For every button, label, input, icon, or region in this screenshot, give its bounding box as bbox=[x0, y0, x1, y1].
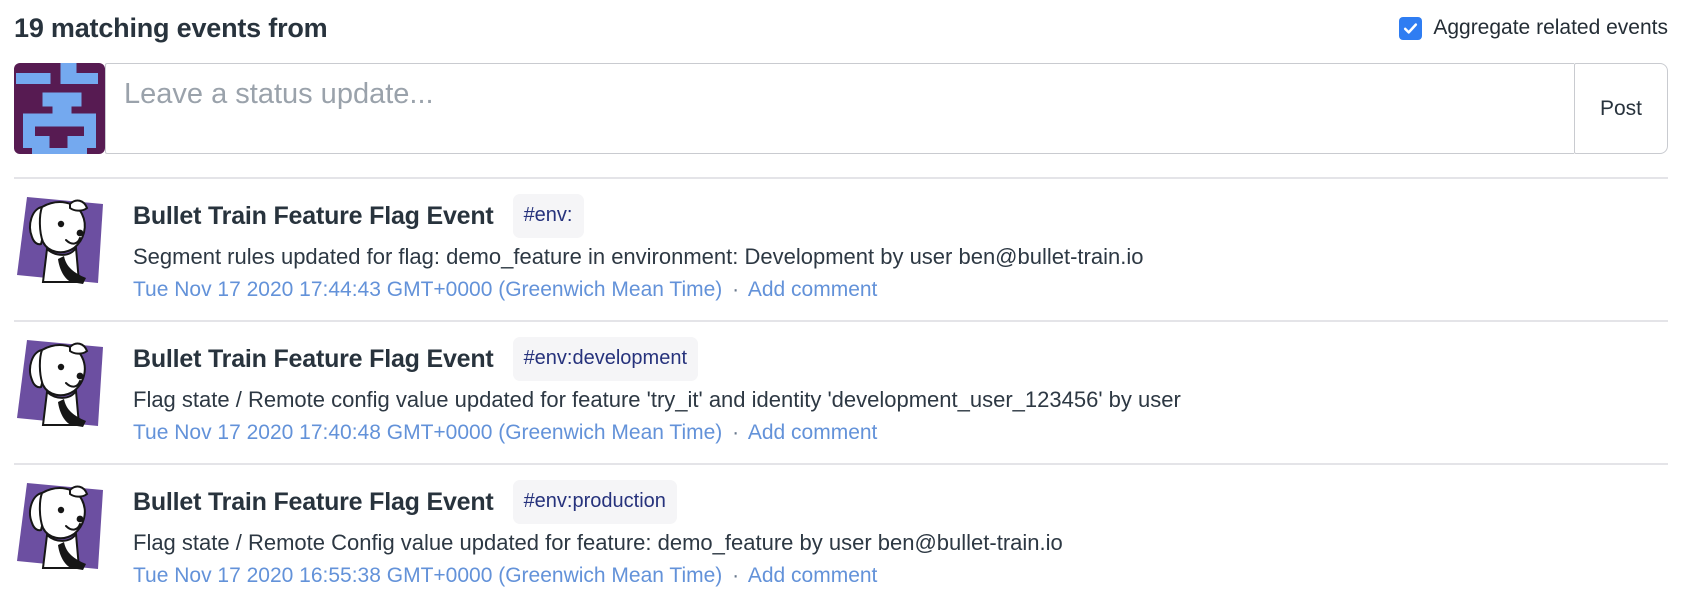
event-body: Bullet Train Feature Flag Event #env:pro… bbox=[133, 478, 1063, 591]
event-timestamp: Tue Nov 17 2020 17:40:48 GMT+0000 (Green… bbox=[133, 421, 722, 444]
matching-events-title: 19 matching events from bbox=[14, 13, 328, 44]
event-description: Flag state / Remote config value updated… bbox=[133, 384, 1181, 415]
event-title: Bullet Train Feature Flag Event bbox=[133, 341, 494, 377]
status-composer: Post bbox=[14, 63, 1668, 154]
datadog-dog-avatar bbox=[14, 194, 106, 286]
datadog-dog-icon bbox=[14, 337, 106, 429]
event-title: Bullet Train Feature Flag Event bbox=[133, 484, 494, 520]
datadog-dog-icon bbox=[14, 480, 106, 572]
datadog-dog-avatar bbox=[14, 337, 106, 429]
add-comment-link[interactable]: Add comment bbox=[748, 278, 878, 301]
datadog-dog-icon bbox=[14, 194, 106, 286]
event-body: Bullet Train Feature Flag Event #env:dev… bbox=[133, 335, 1181, 448]
aggregate-checkbox[interactable] bbox=[1399, 17, 1422, 40]
event-title: Bullet Train Feature Flag Event bbox=[133, 198, 494, 234]
aggregate-checkbox-label: Aggregate related events bbox=[1433, 16, 1668, 40]
event-title-line: Bullet Train Feature Flag Event #env: bbox=[133, 194, 1143, 238]
aggregate-related-events-toggle[interactable]: Aggregate related events bbox=[1399, 16, 1668, 40]
meta-separator: · bbox=[728, 564, 743, 587]
event-timestamp: Tue Nov 17 2020 16:55:38 GMT+0000 (Green… bbox=[133, 564, 722, 587]
event-description: Flag state / Remote Config value updated… bbox=[133, 527, 1063, 558]
pixel-identicon-avatar bbox=[14, 63, 105, 154]
event-body: Bullet Train Feature Flag Event #env: Se… bbox=[133, 192, 1143, 305]
event-timestamp: Tue Nov 17 2020 17:44:43 GMT+0000 (Green… bbox=[133, 278, 722, 301]
events-header: 19 matching events from Aggregate relate… bbox=[14, 8, 1668, 48]
identicon-icon bbox=[14, 63, 105, 154]
datadog-dog-avatar bbox=[14, 480, 106, 572]
event-meta-line: Tue Nov 17 2020 17:44:43 GMT+0000 (Green… bbox=[133, 275, 1143, 305]
event-description: Segment rules updated for flag: demo_fea… bbox=[133, 241, 1143, 272]
post-button[interactable]: Post bbox=[1574, 63, 1668, 154]
add-comment-link[interactable]: Add comment bbox=[748, 564, 878, 587]
checkmark-icon bbox=[1402, 20, 1419, 37]
event-row[interactable]: Bullet Train Feature Flag Event #env:pro… bbox=[14, 463, 1668, 606]
event-list: Bullet Train Feature Flag Event #env: Se… bbox=[14, 177, 1668, 606]
event-env-tag[interactable]: #env: bbox=[513, 194, 584, 238]
event-title-line: Bullet Train Feature Flag Event #env:dev… bbox=[133, 337, 1181, 381]
meta-separator: · bbox=[728, 421, 743, 444]
event-row[interactable]: Bullet Train Feature Flag Event #env: Se… bbox=[14, 177, 1668, 320]
meta-separator: · bbox=[728, 278, 743, 301]
event-meta-line: Tue Nov 17 2020 16:55:38 GMT+0000 (Green… bbox=[133, 561, 1063, 591]
add-comment-link[interactable]: Add comment bbox=[748, 421, 878, 444]
event-row[interactable]: Bullet Train Feature Flag Event #env:dev… bbox=[14, 320, 1668, 463]
event-title-line: Bullet Train Feature Flag Event #env:pro… bbox=[133, 480, 1063, 524]
event-meta-line: Tue Nov 17 2020 17:40:48 GMT+0000 (Green… bbox=[133, 418, 1181, 448]
event-env-tag[interactable]: #env:production bbox=[513, 480, 677, 524]
event-env-tag[interactable]: #env:development bbox=[513, 337, 698, 381]
status-update-input[interactable] bbox=[105, 63, 1574, 154]
